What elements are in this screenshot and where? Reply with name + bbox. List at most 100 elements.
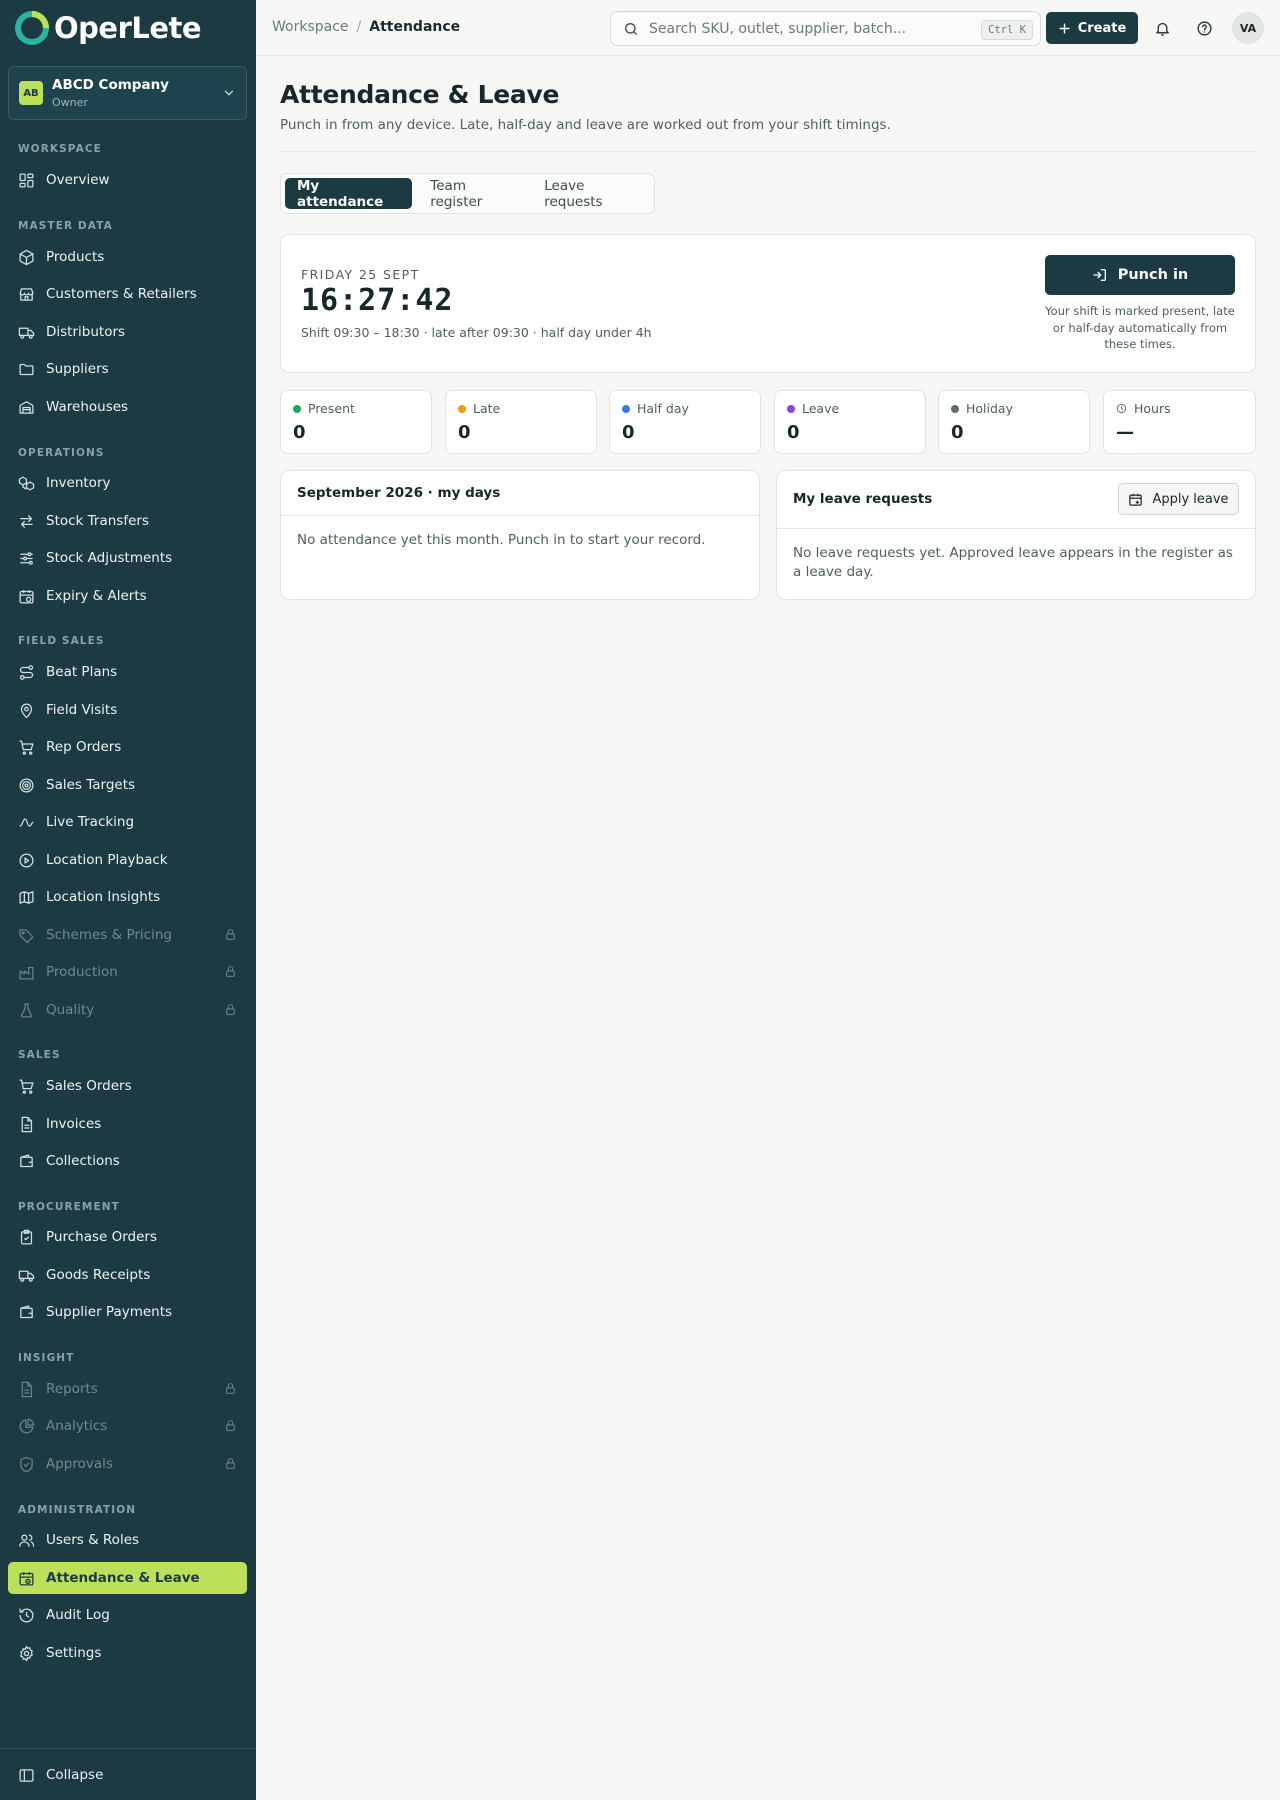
sidebar-item-reports[interactable]: Reports <box>8 1373 247 1405</box>
header-divider <box>280 151 1256 152</box>
shift-info: Shift 09:30 – 18:30 · late after 09:30 ·… <box>301 325 652 340</box>
sidebar-item-supplier-payments[interactable]: Supplier Payments <box>8 1296 247 1328</box>
sidebar-item-production[interactable]: Production <box>8 956 247 988</box>
history-icon <box>19 1607 34 1623</box>
user-avatar[interactable]: VA <box>1232 12 1264 44</box>
collapse-sidebar-button[interactable]: Collapse <box>8 1759 247 1791</box>
breadcrumb-current: Attendance <box>369 19 461 35</box>
map-pin-icon <box>20 703 33 718</box>
sidebar-item-label: Schemes & Pricing <box>46 927 172 943</box>
transfer-arrows-icon <box>20 514 33 528</box>
sidebar-item-sales-targets[interactable]: Sales Targets <box>8 769 247 801</box>
wallet-icon <box>20 1153 33 1167</box>
notifications-button[interactable] <box>1150 16 1174 40</box>
sidebar-item-quality[interactable]: Quality <box>8 994 247 1026</box>
brand-name: OperLete <box>54 11 202 45</box>
nav-section-administration: ADMINISTRATION <box>18 1504 137 1516</box>
leave-requests-panel: My leave requests Apply leave No leave r… <box>776 470 1256 600</box>
sidebar-item-settings[interactable]: Settings <box>8 1637 247 1669</box>
stat-label: Half day <box>637 401 689 416</box>
play-circle-icon <box>19 852 34 868</box>
sidebar-item-audit-log[interactable]: Audit Log <box>8 1599 247 1631</box>
sidebar-item-warehouses[interactable]: Warehouses <box>8 391 247 423</box>
sidebar-item-analytics[interactable]: Analytics <box>8 1410 247 1442</box>
sidebar-item-sales-orders[interactable]: Sales Orders <box>8 1070 247 1102</box>
flask-icon <box>20 1002 33 1018</box>
sidebar-item-location-playback[interactable]: Location Playback <box>8 844 247 876</box>
sidebar-item-customers[interactable]: Customers & Retailers <box>8 278 247 310</box>
current-date: FRIDAY 25 SEPT <box>301 267 420 282</box>
sidebar-item-label: Suppliers <box>46 361 109 377</box>
boxes-icon <box>18 475 35 491</box>
company-role: Owner <box>52 95 88 109</box>
create-button[interactable]: Create <box>1046 12 1138 44</box>
nav-section-sales: SALES <box>18 1049 61 1061</box>
sidebar-item-users-roles[interactable]: Users & Roles <box>8 1524 247 1556</box>
stat-value: 0 <box>293 422 306 443</box>
file-text-icon <box>21 1116 33 1132</box>
nav-section-procurement: PROCUREMENT <box>18 1201 120 1213</box>
sidebar-item-rep-orders[interactable]: Rep Orders <box>8 731 247 763</box>
status-dot <box>787 404 795 413</box>
sidebar-item-attendance[interactable]: Attendance & Leave <box>8 1562 247 1594</box>
sidebar-item-label: Field Visits <box>46 702 118 718</box>
sidebar-item-schemes[interactable]: Schemes & Pricing <box>8 919 247 951</box>
page-subtitle: Punch in from any device. Late, half-day… <box>280 117 891 133</box>
page-title: Attendance & Leave <box>280 80 560 109</box>
nav-section-master-data: MASTER DATA <box>18 220 113 232</box>
sidebar-item-invoices[interactable]: Invoices <box>8 1108 247 1140</box>
pie-chart-icon <box>19 1418 35 1433</box>
stat-hours: Hours — <box>1103 390 1256 454</box>
help-circle-icon <box>1196 20 1212 36</box>
clipboard-check-icon <box>20 1229 33 1245</box>
map-icon <box>19 890 34 904</box>
sidebar-item-label: Products <box>46 249 105 265</box>
sidebar-item-label: Reports <box>46 1381 98 1397</box>
sidebar-item-goods-receipts[interactable]: Goods Receipts <box>8 1259 247 1291</box>
stat-value: 0 <box>458 422 471 443</box>
search-input[interactable] <box>649 20 969 37</box>
bell-icon <box>1155 22 1169 36</box>
company-badge: AB <box>19 81 43 105</box>
sidebar-item-products[interactable]: Products <box>8 241 247 273</box>
company-switcher[interactable]: AB ABCD Company Owner <box>8 66 247 120</box>
sidebar-item-location-insights[interactable]: Location Insights <box>8 881 247 913</box>
brand-logo[interactable]: OperLete <box>14 10 202 46</box>
sidebar-item-beat-plans[interactable]: Beat Plans <box>8 656 247 688</box>
tag-icon <box>19 928 34 943</box>
sidebar-item-stock-transfers[interactable]: Stock Transfers <box>8 505 247 537</box>
sidebar-item-suppliers[interactable]: Suppliers <box>8 353 247 385</box>
sidebar-item-purchase-orders[interactable]: Purchase Orders <box>8 1221 247 1253</box>
sidebar: OperLete AB ABCD Company Owner WORKSPACE… <box>0 0 256 1800</box>
tab-my-attendance[interactable]: My attendance <box>285 178 413 210</box>
sidebar-item-label: Warehouses <box>46 399 129 415</box>
sidebar-item-overview[interactable]: Overview <box>8 164 247 196</box>
sidebar-item-approvals[interactable]: Approvals <box>8 1448 247 1480</box>
gear-icon <box>20 1645 33 1661</box>
help-button[interactable] <box>1192 16 1216 40</box>
sidebar-item-label: Goods Receipts <box>46 1267 151 1283</box>
tab-team-register[interactable]: Team register <box>418 178 526 210</box>
tab-leave-requests[interactable]: Leave requests <box>532 178 650 210</box>
sidebar-item-distributors[interactable]: Distributors <box>8 316 247 348</box>
users-icon <box>19 1534 35 1547</box>
sliders-icon <box>20 551 33 565</box>
breadcrumb-parent[interactable]: Workspace <box>272 19 349 35</box>
sidebar-item-label: Stock Transfers <box>46 513 149 529</box>
sidebar-item-live-tracking[interactable]: Live Tracking <box>8 806 247 838</box>
sidebar-item-expiry[interactable]: Expiry & Alerts <box>8 580 247 612</box>
sidebar-item-label: Location Playback <box>46 852 168 868</box>
sidebar-item-label: Settings <box>46 1645 102 1661</box>
sidebar-item-field-visits[interactable]: Field Visits <box>8 694 247 726</box>
sidebar-item-inventory[interactable]: Inventory <box>8 467 247 499</box>
search-bar[interactable]: Ctrl K <box>610 11 1041 46</box>
stat-label: Late <box>473 401 501 416</box>
sidebar-item-stock-adjustments[interactable]: Stock Adjustments <box>8 542 247 574</box>
nav-section-workspace: WORKSPACE <box>18 143 102 155</box>
sidebar-item-label: Inventory <box>46 475 111 491</box>
apply-leave-button[interactable]: Apply leave <box>1118 483 1239 515</box>
sidebar-item-collections[interactable]: Collections <box>8 1145 247 1177</box>
wallet-icon <box>20 1304 33 1318</box>
sidebar-item-label: Expiry & Alerts <box>46 588 147 604</box>
punch-in-button[interactable]: Punch in <box>1045 255 1235 295</box>
